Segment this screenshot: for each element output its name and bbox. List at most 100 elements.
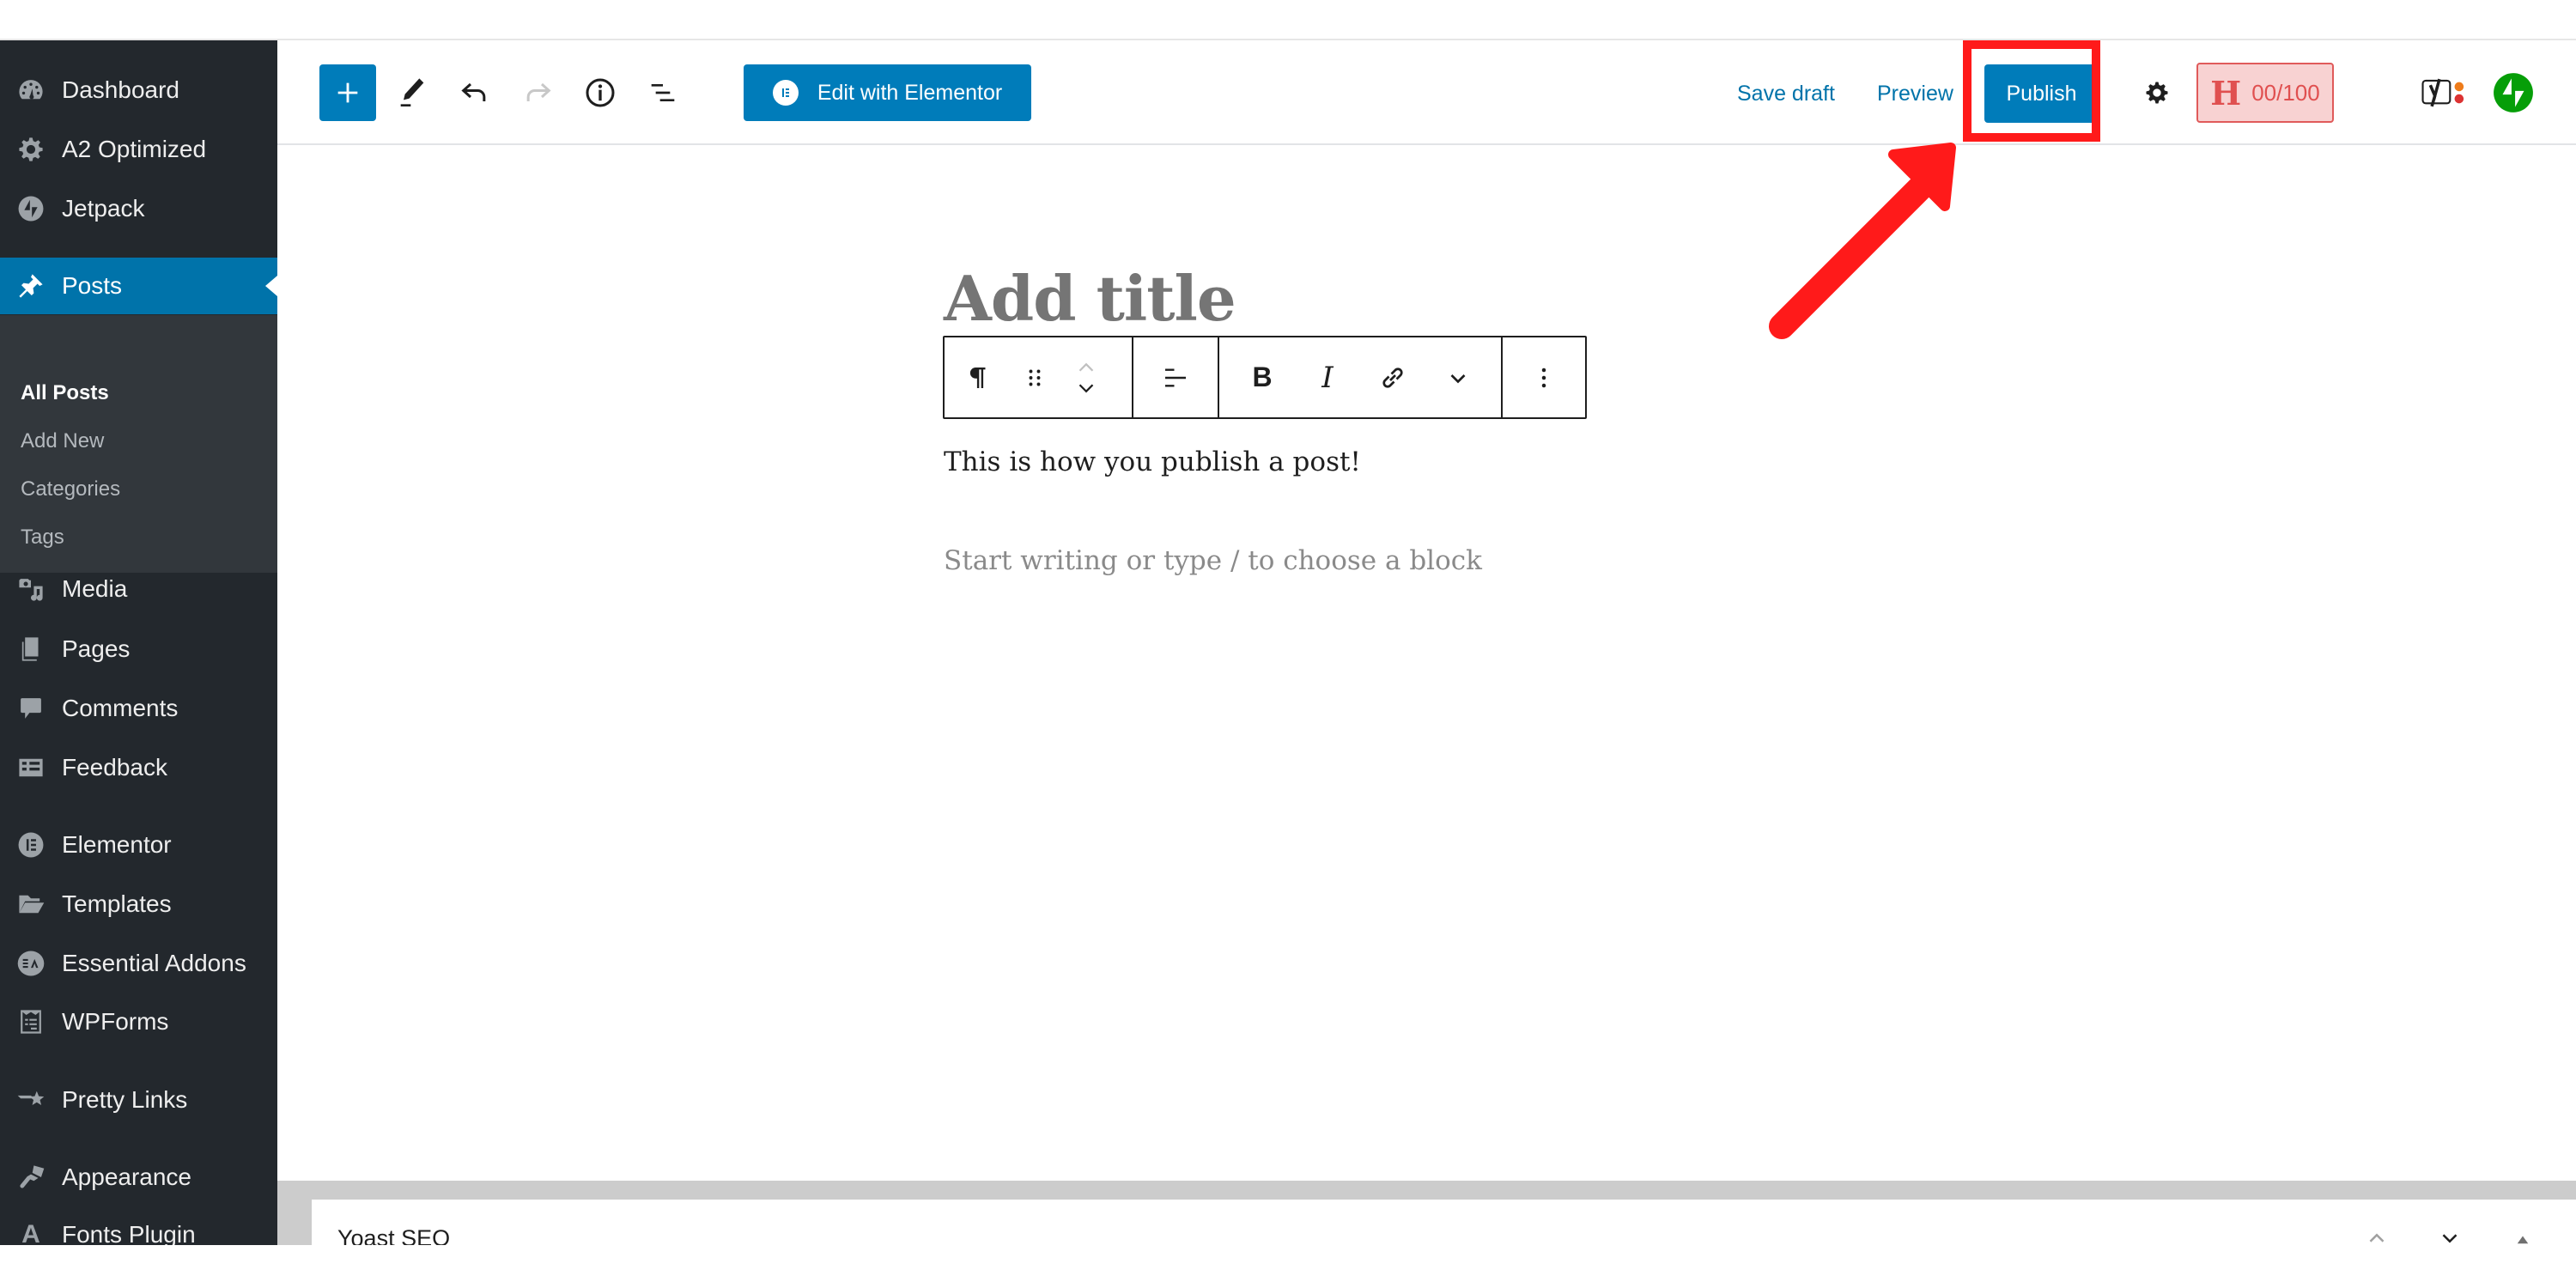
- sidebar-item-label: A2 Optimized: [62, 136, 207, 162]
- sidebar-item-label: Elementor: [62, 831, 172, 858]
- headline-score-value: 00/100: [2251, 79, 2320, 106]
- sidebar-item-media[interactable]: Media: [0, 561, 277, 617]
- metabox-move-up-button[interactable]: [2364, 1225, 2390, 1245]
- media-icon: [14, 572, 48, 606]
- sidebar-item-label: Posts: [62, 272, 123, 299]
- link-icon: [1382, 367, 1403, 388]
- admin-sidebar: Dashboard A2 Optimized Jetpack Posts All…: [0, 40, 277, 1249]
- sidebar-item-feedback[interactable]: Feedback: [0, 739, 277, 796]
- more-formats-button[interactable]: [1432, 337, 1484, 417]
- submenu-categories[interactable]: Categories: [21, 477, 120, 501]
- pin-icon: [14, 269, 48, 303]
- publish-button[interactable]: Publish: [1984, 64, 2099, 123]
- block-appender-placeholder[interactable]: Start writing or type / to choose a bloc…: [944, 545, 1482, 576]
- post-title-input[interactable]: Add title: [944, 262, 1236, 335]
- elementor-icon: [14, 828, 48, 862]
- redo-icon: [526, 82, 551, 101]
- sidebar-item-dashboard[interactable]: Dashboard: [0, 62, 277, 118]
- sidebar-item-label: Jetpack: [62, 195, 145, 222]
- yoast-seo-metabox-title[interactable]: Yoast SEO: [337, 1224, 450, 1245]
- sidebar-item-wpforms[interactable]: WPForms: [0, 993, 277, 1050]
- paragraph-block[interactable]: This is how you publish a post!: [944, 447, 1361, 477]
- sidebar-item-label: Dashboard: [62, 76, 179, 103]
- move-down-icon[interactable]: [1073, 381, 1099, 395]
- undo-icon: [461, 82, 486, 101]
- block-toolbar-group-format: B I: [1219, 337, 1503, 417]
- sidebar-item-templates[interactable]: Templates: [0, 876, 277, 933]
- drag-handle[interactable]: [1013, 337, 1056, 417]
- align-button[interactable]: [1141, 337, 1210, 417]
- posts-submenu: All Posts Add New Categories Tags: [0, 315, 277, 573]
- block-options-button[interactable]: [1510, 337, 1578, 417]
- submenu-all-posts[interactable]: All Posts: [21, 381, 109, 405]
- list-view-button[interactable]: [640, 70, 686, 116]
- sidebar-item-label: Pages: [62, 635, 131, 662]
- chevron-down-icon: [1450, 374, 1466, 383]
- paintbrush-icon: [14, 1160, 48, 1194]
- top-strip: [0, 0, 2576, 40]
- star-link-icon: [14, 1083, 48, 1117]
- headline-score-badge[interactable]: H 00/100: [2196, 63, 2334, 123]
- red-arrow-annotation: [1769, 143, 1956, 339]
- sidebar-item-posts[interactable]: Posts: [0, 258, 277, 314]
- block-toolbar-group-align: [1133, 337, 1219, 417]
- italic-button[interactable]: I: [1302, 337, 1353, 417]
- chevron-up-icon: [2369, 1233, 2385, 1242]
- move-up-icon[interactable]: [1073, 361, 1099, 374]
- preview-button[interactable]: Preview: [1877, 75, 1953, 112]
- info-button[interactable]: [577, 70, 623, 116]
- sidebar-item-label: Appearance: [62, 1163, 192, 1190]
- yoast-icon: [2421, 78, 2464, 107]
- metabox-move-down-button[interactable]: [2437, 1225, 2463, 1245]
- save-draft-button[interactable]: Save draft: [1737, 75, 1835, 112]
- headline-h-icon: H: [2210, 73, 2242, 112]
- sidebar-item-label: Comments: [62, 695, 179, 721]
- add-block-button[interactable]: [319, 64, 376, 121]
- submenu-add-new[interactable]: Add New: [21, 429, 104, 453]
- sidebar-item-comments[interactable]: Comments: [0, 680, 277, 737]
- gear-icon: [2146, 82, 2168, 104]
- block-toolbar-group-block: [945, 337, 1133, 417]
- sidebar-item-appearance[interactable]: Appearance: [0, 1149, 277, 1206]
- yoast-button[interactable]: [2415, 70, 2476, 116]
- edit-with-elementor-button[interactable]: Edit with Elementor: [744, 64, 1031, 121]
- sidebar-item-label: Pretty Links: [62, 1086, 188, 1113]
- sidebar-item-pages[interactable]: Pages: [0, 621, 277, 677]
- sidebar-item-elementor[interactable]: Elementor: [0, 817, 277, 873]
- dashboard-icon: [14, 73, 48, 107]
- submenu-tags[interactable]: Tags: [21, 526, 64, 550]
- undo-button[interactable]: [452, 70, 498, 116]
- align-left-icon: [1165, 368, 1186, 386]
- editor-header: Edit with Elementor Save draft Preview P…: [277, 40, 2576, 145]
- chevron-down-icon: [2442, 1234, 2458, 1243]
- sidebar-item-essential-addons[interactable]: Essential Addons: [0, 935, 277, 992]
- sidebar-item-jetpack[interactable]: Jetpack: [0, 180, 277, 237]
- info-icon: [586, 78, 615, 107]
- list-view-icon: [651, 84, 675, 101]
- settings-button[interactable]: [2134, 70, 2180, 116]
- sidebar-item-label: Media: [62, 575, 128, 602]
- metabox-toggle-button[interactable]: [2510, 1225, 2536, 1245]
- more-vertical-icon: [1541, 368, 1546, 387]
- sidebar-item-pretty-links[interactable]: Pretty Links: [0, 1072, 277, 1128]
- move-block-controls: [1056, 337, 1116, 417]
- wpforms-icon: [14, 1005, 48, 1039]
- sidebar-item-label: Feedback: [62, 754, 167, 781]
- sidebar-item-label: Templates: [62, 890, 172, 917]
- sidebar-item-a2-optimized[interactable]: A2 Optimized: [0, 121, 277, 178]
- plus-icon: [337, 82, 358, 103]
- redo-button[interactable]: [514, 70, 561, 116]
- bold-button[interactable]: B: [1236, 337, 1288, 417]
- metaboxes-area: Yoast SEO: [277, 1181, 2576, 1245]
- tools-button[interactable]: [389, 70, 435, 116]
- bottom-strip: [0, 1245, 2576, 1288]
- pages-icon: [14, 632, 48, 666]
- jetpack-button[interactable]: [2490, 70, 2537, 116]
- block-type-button[interactable]: [945, 337, 1013, 417]
- link-button[interactable]: [1367, 337, 1419, 417]
- edit-with-elementor-label: Edit with Elementor: [817, 80, 1003, 105]
- jetpack-icon: [2494, 73, 2533, 112]
- folder-icon: [14, 887, 48, 921]
- drag-handle-icon: [1029, 369, 1041, 386]
- block-toolbar: B I: [943, 336, 1587, 419]
